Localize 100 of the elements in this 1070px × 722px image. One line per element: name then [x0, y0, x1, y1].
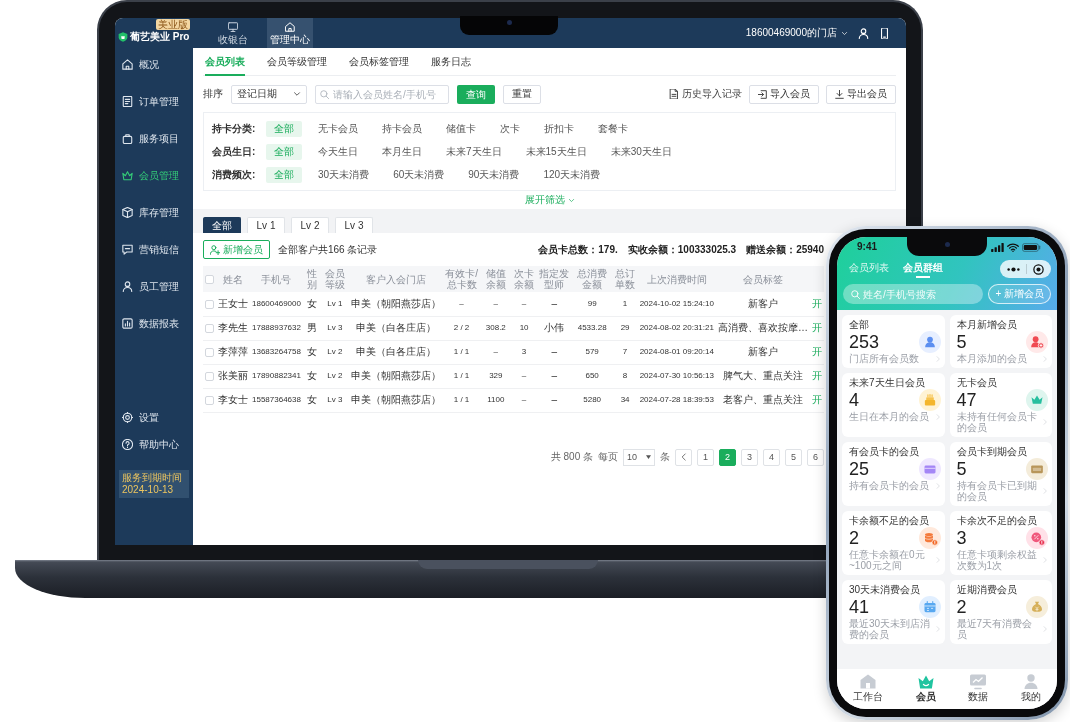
filter-option[interactable]: 未来7天生日	[438, 143, 510, 160]
per-page-select[interactable]: 10	[623, 448, 655, 466]
filter-option[interactable]: 持卡会员	[374, 120, 430, 137]
import-button[interactable]: 导入会员	[749, 84, 819, 104]
filter-option[interactable]: 次卡	[492, 120, 528, 137]
target-icon[interactable]	[1033, 263, 1044, 275]
column-header: 上次消费时间	[637, 266, 716, 292]
person-icon	[918, 331, 941, 353]
nav-item[interactable]: 我的	[1020, 674, 1041, 709]
coins-icon	[918, 527, 941, 549]
row-checkbox[interactable]	[205, 323, 214, 333]
group-title: 有会员卡的会员	[849, 446, 920, 458]
sidebar-item[interactable]: 数据报表	[115, 305, 193, 342]
member-group-card[interactable]: 有会员卡的会员 25 持有会员卡的会员	[842, 442, 945, 506]
export-button[interactable]: 导出会员	[826, 84, 896, 104]
column-header: 有效卡/总卡数	[443, 266, 481, 292]
nav-item[interactable]: 数据	[968, 674, 989, 709]
table-cell: –	[480, 292, 512, 316]
select-all-checkbox[interactable]	[205, 275, 214, 285]
group-count: 41	[849, 596, 871, 618]
column-header: 总订单数	[612, 266, 638, 292]
member-group-card[interactable]: 近期消费会员 2 最近7天有消费会员	[949, 580, 1052, 644]
row-checkbox[interactable]	[205, 395, 214, 405]
level-tab[interactable]: Lv 3	[335, 217, 373, 233]
sidebar-item[interactable]: 帮助中心	[115, 431, 193, 458]
filter-option[interactable]: 30天未消费	[310, 166, 378, 183]
filter-option[interactable]: 无卡会员	[310, 120, 366, 137]
filter-option[interactable]: 今天生日	[310, 143, 366, 160]
filter-option[interactable]: 未来15天生日	[517, 143, 595, 160]
group-note: 门店所有会员数	[849, 353, 920, 364]
row-checkbox[interactable]	[205, 299, 214, 309]
table-cell: Lv 3	[320, 388, 349, 412]
level-tab[interactable]: Lv 2	[291, 217, 329, 233]
table-cell: 329	[480, 364, 512, 388]
sub-tab[interactable]: 会员标签管理	[349, 48, 409, 76]
table-cell: Lv 2	[320, 340, 349, 364]
column-header: 会员等级	[320, 266, 349, 292]
page-button[interactable]: 4	[763, 448, 780, 466]
top-tab[interactable]: 管理中心	[267, 18, 313, 48]
sort-select[interactable]: 登记日期	[231, 84, 307, 104]
member-group-card[interactable]: 会员卡到期会员 5 持有会员卡已到期的会员	[949, 442, 1052, 506]
nav-item[interactable]: 工作台	[853, 674, 884, 709]
page-button[interactable]: 6	[807, 448, 824, 466]
group-title: 本月新增会员	[956, 319, 1018, 331]
reset-button[interactable]: 重置	[503, 84, 541, 104]
page-button[interactable]: 1	[697, 448, 714, 466]
sidebar-item[interactable]: 库存管理	[115, 194, 193, 231]
sidebar-item[interactable]: 营销短信	[115, 231, 193, 268]
member-group-card[interactable]: 本月新增会员 5 本月添加的会员	[949, 315, 1052, 368]
store-menu[interactable]: 18600469000的门店	[745, 27, 848, 39]
sidebar-item[interactable]: 设置	[115, 404, 193, 431]
table-cell: 脾气大、重点关注	[715, 364, 810, 388]
filter-option[interactable]: 120天未消费	[535, 166, 609, 183]
group-title: 近期消费会员	[956, 584, 1018, 596]
table-cell: 李女士	[216, 388, 250, 412]
page-button[interactable]: 3	[741, 448, 758, 466]
member-group-card[interactable]: 无卡会员 47 未持有任何会员卡的会员	[949, 373, 1052, 437]
sidebar-item[interactable]: 会员管理	[115, 157, 193, 194]
more-icon[interactable]	[1007, 266, 1020, 272]
brand-name: 葡艺美业 Pro	[130, 31, 190, 43]
member-group-card[interactable]: 30天未消费会员 41 最近30天未到店消费的会员	[842, 580, 945, 644]
top-tab[interactable]: 收银台	[210, 18, 256, 48]
member-group-card[interactable]: 卡余次不足的会员 3 任意卡项剩余权益次数为1次	[949, 511, 1052, 575]
member-group-card[interactable]: 卡余额不足的会员 2 任意卡余额在0元~100元之间	[842, 511, 945, 575]
filter-option[interactable]: 折扣卡	[536, 120, 582, 137]
sub-tab[interactable]: 服务日志	[431, 48, 471, 76]
member-group-card[interactable]: 全部 253 门店所有会员数	[842, 315, 945, 368]
filter-option[interactable]: 本月生日	[374, 143, 430, 160]
table-cell: 308.2	[480, 316, 512, 340]
chevron-left-icon	[679, 453, 688, 461]
sidebar-item[interactable]: 员工管理	[115, 268, 193, 305]
history-link[interactable]: 历史导入记录	[669, 88, 742, 100]
search-field[interactable]: 请输入会员姓名/手机号	[315, 84, 449, 104]
sub-tab[interactable]: 会员等级管理	[267, 48, 327, 76]
member-group-card[interactable]: 未来7天生日会员 4 生日在本月的会员	[842, 373, 945, 437]
filter-option[interactable]: 未来30天生日	[602, 143, 680, 160]
table-cell: 女	[302, 388, 321, 412]
smartphone-icon[interactable]	[879, 27, 890, 39]
level-tab[interactable]: Lv 1	[247, 217, 285, 233]
filter-option[interactable]: 90天未消费	[460, 166, 528, 183]
sidebar-item[interactable]: 服务项目	[115, 120, 193, 157]
chart-icon	[122, 318, 133, 329]
page-button[interactable]: 5	[785, 448, 802, 466]
sidebar-item[interactable]: 订单管理	[115, 83, 193, 120]
user-icon[interactable]	[858, 27, 869, 39]
filter-option[interactable]: 60天未消费	[385, 166, 453, 183]
filter-option[interactable]: 套餐卡	[590, 120, 636, 137]
group-note: 本月添加的会员	[956, 353, 1028, 364]
nav-item[interactable]: 会员	[915, 674, 936, 709]
row-checkbox[interactable]	[205, 347, 214, 357]
filter-option[interactable]: 储值卡	[438, 120, 484, 137]
table-cell: 17890882341	[250, 364, 303, 388]
sidebar-item[interactable]: 概况	[115, 46, 193, 83]
table-cell: 李萍萍	[216, 340, 250, 364]
group-note: 未持有任何会员卡的会员	[956, 411, 1038, 433]
table-cell: 老客户、重点关注	[715, 388, 810, 412]
previous-page-button[interactable]	[675, 448, 692, 466]
row-checkbox[interactable]	[205, 371, 214, 381]
level-tab[interactable]: 全部	[203, 217, 241, 233]
group-note: 最近30天未到店消费的会员	[849, 618, 932, 640]
